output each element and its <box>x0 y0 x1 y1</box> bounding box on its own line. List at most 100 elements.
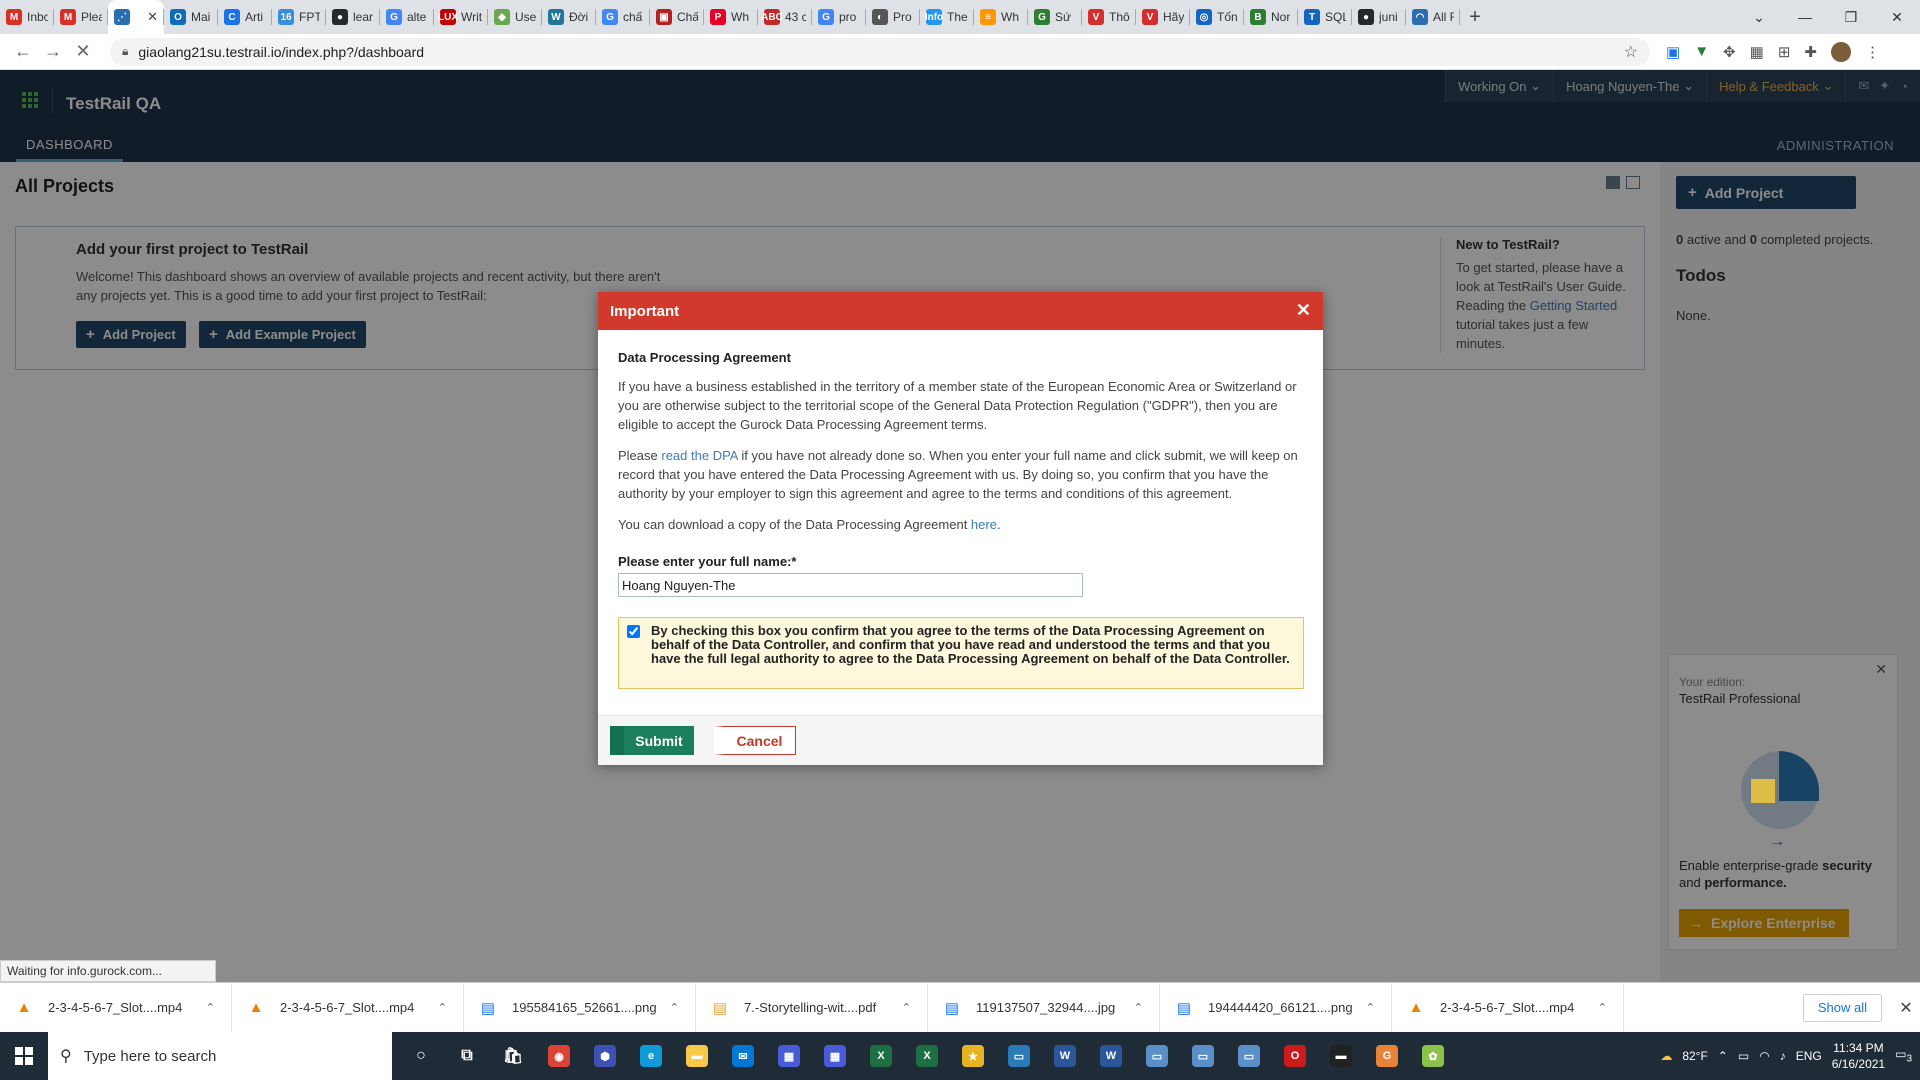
profile-avatar[interactable] <box>1830 41 1851 62</box>
submit-button[interactable]: Submit <box>610 726 694 755</box>
stop-loading-button[interactable]: ✕ <box>68 41 98 62</box>
browser-tab[interactable]: Gpro <box>812 0 866 34</box>
opera-icon[interactable]: O <box>1272 1032 1318 1080</box>
restore-button[interactable]: ❐ <box>1828 9 1874 26</box>
browser-tab[interactable]: O Mai <box>164 0 218 34</box>
browser-tab[interactable]: T SQL <box>1298 0 1352 34</box>
word-icon[interactable]: W <box>1042 1032 1088 1080</box>
chevron-up-icon[interactable]: ⌃ <box>1366 1001 1375 1014</box>
app-icon-2[interactable]: ▦ <box>766 1032 812 1080</box>
extensions-puzzle-icon[interactable]: ✚ <box>1804 43 1817 61</box>
chevron-up-icon[interactable]: ⌃ <box>1134 1001 1143 1014</box>
terminal-icon[interactable]: ▬ <box>1318 1032 1364 1080</box>
browser-tab[interactable]: G Sứ <box>1028 0 1082 34</box>
browser-tab[interactable]: P Wh <box>704 0 758 34</box>
window-icon-3[interactable]: ▭ <box>1226 1032 1272 1080</box>
clock[interactable]: 11:34 PM 6/16/2021 <box>1832 1040 1885 1072</box>
browser-tab[interactable]: B Nor <box>1244 0 1298 34</box>
start-button[interactable] <box>0 1032 48 1080</box>
star-app-icon[interactable]: ★ <box>950 1032 996 1080</box>
chrome-icon[interactable]: ◉ <box>536 1032 582 1080</box>
back-button[interactable]: ← <box>8 41 38 62</box>
minimize-button[interactable]: — <box>1782 9 1828 25</box>
language-indicator[interactable]: ENG <box>1796 1049 1822 1063</box>
browser-tab[interactable]: LUX Writ <box>434 0 488 34</box>
weather-icon[interactable]: ☁ <box>1660 1049 1672 1063</box>
full-name-field[interactable] <box>618 573 1083 597</box>
network-icon[interactable]: ◠ <box>1759 1049 1769 1063</box>
download-item[interactable]: ▤ 195584165_52661....png ⌃ <box>464 982 696 1033</box>
extension-icon-5[interactable]: ⊞ <box>1778 43 1791 61</box>
forward-button[interactable]: → <box>38 41 68 62</box>
extension-icon-3[interactable]: ✥ <box>1723 43 1736 61</box>
taskbar-search[interactable]: ⚲ Type here to search <box>48 1032 392 1080</box>
browser-tab[interactable]: 16 FPT <box>272 0 326 34</box>
excel-icon-2[interactable]: X <box>904 1032 950 1080</box>
volume-icon[interactable]: ♪ <box>1780 1049 1786 1063</box>
browser-tab[interactable]: Info The <box>920 0 974 34</box>
browser-tab[interactable]: C Arti <box>218 0 272 34</box>
download-item[interactable]: ▤ 7.-Storytelling-wit....pdf ⌃ <box>696 982 928 1033</box>
window-icon-2[interactable]: ▭ <box>1180 1032 1226 1080</box>
lock-icon[interactable]: 🔒︎ <box>122 44 128 59</box>
download-dpa-link[interactable]: here <box>971 517 997 532</box>
browser-tab[interactable]: ABC 43 c <box>758 0 812 34</box>
download-item[interactable]: ▲ 2-3-4-5-6-7_Slot....mp4 ⌃ <box>232 982 464 1033</box>
browser-tab[interactable]: M Inbo <box>0 0 54 34</box>
download-item[interactable]: ▲ 2-3-4-5-6-7_Slot....mp4 ⌃ <box>1392 982 1624 1033</box>
task-view-icon[interactable]: ⧉ <box>444 1032 490 1080</box>
extension-icon-4[interactable]: ▦ <box>1750 43 1764 61</box>
window-icon[interactable]: ▭ <box>1134 1032 1180 1080</box>
notification-icon[interactable]: ▭3 <box>1895 1047 1912 1064</box>
browser-tab[interactable]: ◐ Pro <box>866 0 920 34</box>
cancel-button[interactable]: Cancel <box>714 726 796 755</box>
extension-icon-1[interactable]: ▣ <box>1666 43 1680 61</box>
bookmark-star-icon[interactable]: ☆ <box>1624 42 1638 62</box>
chevron-up-icon[interactable]: ⌃ <box>206 1001 215 1014</box>
app-icon-3[interactable]: ▦ <box>812 1032 858 1080</box>
cortana-icon[interactable]: ○ <box>398 1032 444 1080</box>
show-all-downloads-button[interactable]: Show all <box>1802 993 1882 1022</box>
browser-tab[interactable]: ● juni <box>1352 0 1406 34</box>
address-bar[interactable]: 🔒︎ giaolang21su.testrail.io/index.php?/d… <box>110 37 1650 66</box>
browser-tab[interactable]: ◆ Use <box>488 0 542 34</box>
browser-tab[interactable]: V Hãy <box>1136 0 1190 34</box>
chrome-app-icon[interactable]: G <box>1364 1032 1410 1080</box>
battery-icon[interactable]: ▭ <box>1738 1049 1749 1063</box>
browser-menu-icon[interactable]: ⋮ <box>1865 43 1880 61</box>
browser-tab[interactable]: ≡ Wh <box>974 0 1028 34</box>
folder-icon[interactable]: ▬ <box>674 1032 720 1080</box>
app-icon[interactable]: ⬢ <box>582 1032 628 1080</box>
word-icon-2[interactable]: W <box>1088 1032 1134 1080</box>
browser-tab[interactable]: ▣ Chấ <box>650 0 704 34</box>
weather-temp[interactable]: 82°F <box>1682 1049 1707 1063</box>
new-tab-button[interactable]: + <box>1460 6 1490 29</box>
chevron-up-icon[interactable]: ⌃ <box>902 1001 911 1014</box>
download-item[interactable]: ▤ 119137507_32944....jpg ⌃ <box>928 982 1160 1033</box>
tray-chevron-icon[interactable]: ⌃ <box>1718 1049 1728 1063</box>
browser-tab[interactable]: M Plea <box>54 0 108 34</box>
browser-tab[interactable]: Gchấ <box>596 0 650 34</box>
browser-tab[interactable]: ◎ Tốn <box>1190 0 1244 34</box>
close-window-button[interactable]: ✕ <box>1874 9 1920 26</box>
browser-tab[interactable]: ⋰ ✕ <box>108 0 164 34</box>
paint-icon[interactable]: ✿ <box>1410 1032 1456 1080</box>
close-icon[interactable]: ✕ <box>1296 300 1311 321</box>
close-icon[interactable]: ✕ <box>1892 998 1920 1018</box>
agree-checkbox[interactable] <box>627 625 640 638</box>
extension-icon-2[interactable]: ▼ <box>1694 43 1709 60</box>
chevron-up-icon[interactable]: ⌃ <box>1598 1001 1607 1014</box>
download-item[interactable]: ▲ 2-3-4-5-6-7_Slot....mp4 ⌃ <box>0 982 232 1033</box>
excel-icon[interactable]: X <box>858 1032 904 1080</box>
store-icon[interactable]: 🛍 <box>490 1032 536 1080</box>
download-item[interactable]: ▤ 194444420_66121....png ⌃ <box>1160 982 1392 1033</box>
browser-tab[interactable]: ● lear <box>326 0 380 34</box>
browser-tab[interactable]: W Đời <box>542 0 596 34</box>
mail-icon[interactable]: ✉ <box>720 1032 766 1080</box>
profile-menu-icon[interactable]: ⌄ <box>1736 9 1782 26</box>
remote-icon[interactable]: ▭ <box>996 1032 1042 1080</box>
browser-tab[interactable]: V Thô <box>1082 0 1136 34</box>
browser-tab[interactable]: Galte <box>380 0 434 34</box>
chevron-up-icon[interactable]: ⌃ <box>438 1001 447 1014</box>
chevron-up-icon[interactable]: ⌃ <box>670 1001 679 1014</box>
